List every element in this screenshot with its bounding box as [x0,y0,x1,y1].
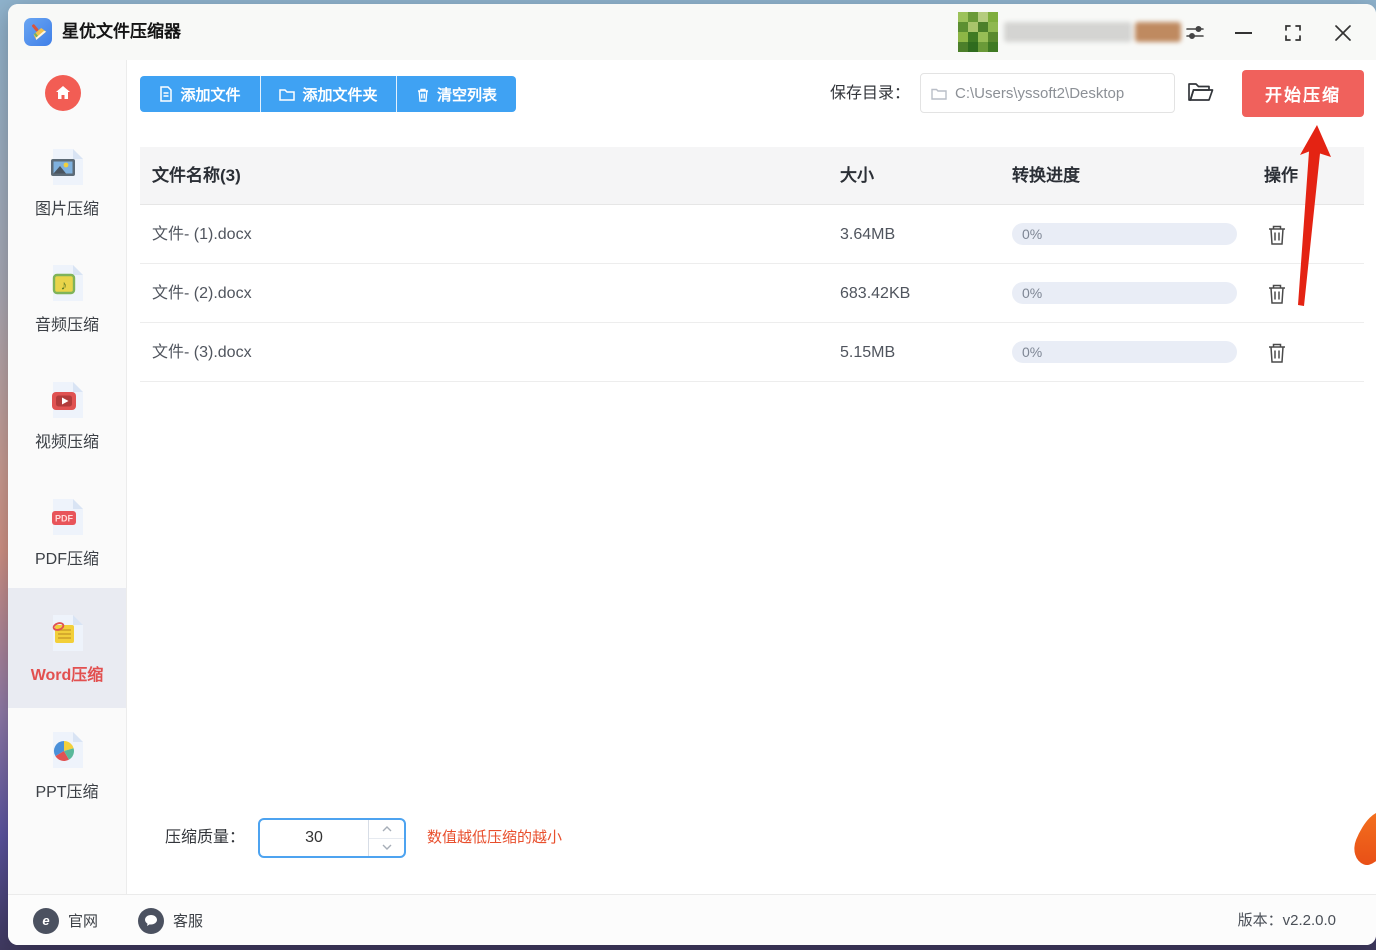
footer: e 官网 客服 版本：v2.2.0.0 [8,894,1376,945]
maximize-button[interactable] [1280,20,1306,46]
home-icon[interactable] [45,75,81,111]
app-title: 星优文件压缩器 [62,22,181,41]
minimize-button[interactable] [1230,20,1256,46]
quality-row: 压缩质量： 数值越低压缩的越小 [127,818,1376,858]
file-icon [160,86,173,102]
sidebar-item-label: 音频压缩 [34,317,99,334]
user-name-blurred [1004,22,1181,42]
table-header: 文件名称(3) 大小 转换进度 操作 [140,147,1364,205]
support-link[interactable]: 客服 [138,895,203,945]
save-dir-label: 保存目录： [830,85,911,102]
official-site-label: 官网 [68,913,99,930]
delete-row-button[interactable] [1264,340,1290,366]
sidebar-item-ppt-compress[interactable]: PPT压缩 [8,728,126,802]
settings-sliders-icon[interactable] [1182,20,1208,46]
user-avatar[interactable] [958,12,998,52]
quality-hint: 数值越低压缩的越小 [427,829,563,846]
chat-icon [138,907,164,934]
svg-text:e: e [42,913,49,928]
folder-mini-icon [931,88,947,100]
table-row: 文件- (2).docx 683.42KB 0% [140,264,1364,323]
sidebar-item-label: PPT压缩 [35,784,99,801]
app-window: 星优文件压缩器 图片压缩 ♪ 音频压缩 视频压缩 PDF PDF压缩 Word压… [8,4,1376,945]
sidebar-item-label: 视频压缩 [34,434,99,451]
quality-stepper [258,818,406,858]
save-dir-path: C:\Users\yssoft2\Desktop [955,84,1125,102]
col-action-header: 操作 [1264,166,1298,185]
file-table: 文件名称(3) 大小 转换进度 操作 文件- (1).docx 3.64MB 0… [140,147,1364,382]
folder-icon [279,89,296,101]
audio-file-icon: ♪ [52,265,83,301]
progress-bar: 0% [1012,341,1237,363]
sidebar-item-label: Word压缩 [30,667,104,684]
ppt-file-icon [53,732,83,768]
titlebar: 星优文件压缩器 [8,4,1376,60]
sidebar-item-pdf-compress[interactable]: PDF PDF压缩 [8,495,126,569]
support-label: 客服 [173,913,204,930]
save-dir-field[interactable]: C:\Users\yssoft2\Desktop [920,73,1175,113]
close-button[interactable] [1330,20,1356,46]
file-name: 文件- (2).docx [152,285,252,302]
spin-up-icon[interactable] [369,820,404,839]
col-progress-header: 转换进度 [1012,166,1080,185]
delete-row-button[interactable] [1264,222,1290,248]
quality-label: 压缩质量： [165,829,246,846]
clear-list-button[interactable]: 清空列表 [396,76,516,112]
quality-input[interactable] [260,820,368,856]
browser-icon: e [33,907,59,934]
version-text: 版本：v2.2.0.0 [1237,912,1336,929]
svg-text:PDF: PDF [55,514,74,524]
progress-bar: 0% [1012,282,1237,304]
col-size-header: 大小 [840,166,874,185]
word-file-icon [52,615,83,651]
sidebar-item-image-compress[interactable]: 图片压缩 [8,145,126,219]
browse-folder-icon[interactable] [1187,80,1214,108]
trash-icon [417,88,428,102]
add-file-button[interactable]: 添加文件 [140,76,260,112]
file-size: 3.64MB [840,226,896,243]
progress-bar: 0% [1012,223,1237,245]
table-row: 文件- (1).docx 3.64MB 0% [140,205,1364,264]
svg-text:♪: ♪ [61,278,68,293]
add-folder-button[interactable]: 添加文件夹 [260,76,396,112]
sidebar-item-video-compress[interactable]: 视频压缩 [8,378,126,452]
col-name-header: 文件名称(3) [152,166,241,185]
file-name: 文件- (1).docx [152,226,252,243]
toolbar: 添加文件 添加文件夹 清空列表 [140,76,516,112]
video-file-icon [52,382,83,418]
sidebar-item-label: 图片压缩 [34,201,99,218]
sidebar-item-label: PDF压缩 [34,551,99,568]
start-compress-button[interactable]: 开始压缩 [1242,70,1364,117]
sidebar-item-audio-compress[interactable]: ♪ 音频压缩 [8,261,126,335]
app-logo-icon [24,18,52,46]
official-site-link[interactable]: e 官网 [33,895,98,945]
pdf-file-icon: PDF [52,499,83,535]
file-size: 683.42KB [840,285,911,302]
progress-text: 0% [1022,285,1043,301]
table-row: 文件- (3).docx 5.15MB 0% [140,323,1364,382]
image-file-icon [51,149,83,185]
sidebar-item-word-compress[interactable]: Word压缩 [8,588,126,708]
quality-spinner [368,820,404,856]
sidebar: 图片压缩 ♪ 音频压缩 视频压缩 PDF PDF压缩 Word压缩 PPT压缩 [8,60,127,894]
progress-text: 0% [1022,226,1043,242]
progress-text: 0% [1022,344,1043,360]
spin-down-icon[interactable] [369,839,404,857]
file-name: 文件- (3).docx [152,344,252,361]
delete-row-button[interactable] [1264,281,1290,307]
file-size: 5.15MB [840,344,896,361]
main-panel: 添加文件 添加文件夹 清空列表 保存目录： C:\Users\yssoft2\D… [127,60,1376,894]
